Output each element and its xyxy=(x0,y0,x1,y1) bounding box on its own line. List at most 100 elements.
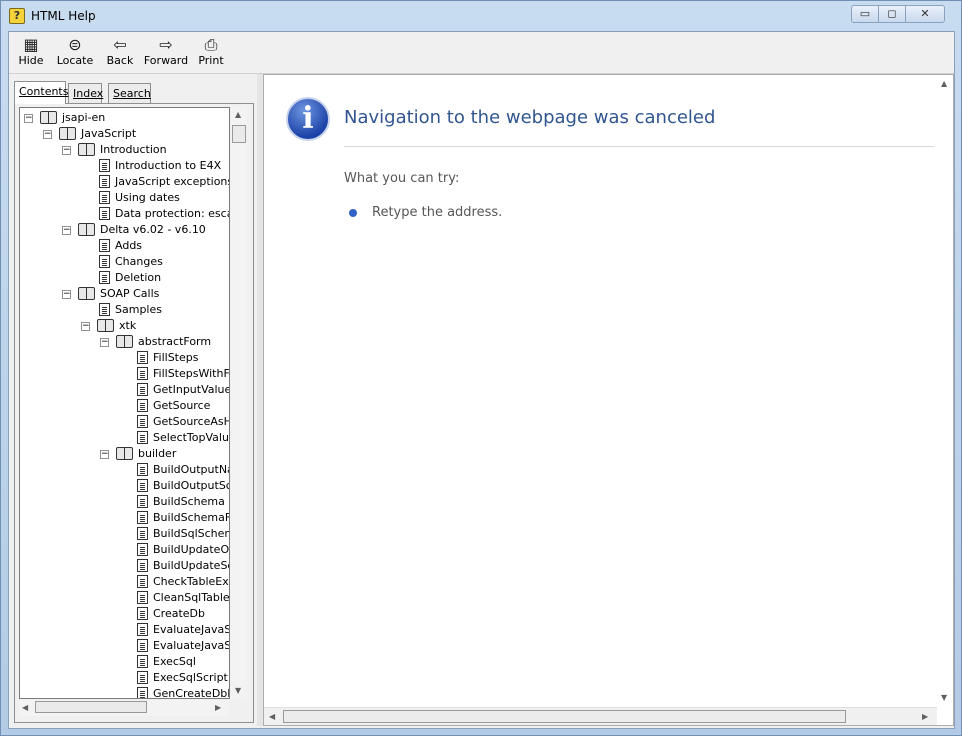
topic-vertical-scrollbar[interactable]: ▲ ▼ xyxy=(937,75,953,705)
topic-scroll-down-icon[interactable]: ▼ xyxy=(941,693,947,703)
tree-item-label: Using dates xyxy=(115,191,180,204)
tree-item-label: Adds xyxy=(115,239,143,252)
title-bar[interactable]: ? HTML Help ▭ ◻ ✕ xyxy=(1,1,961,31)
tree-item-label: builder xyxy=(138,447,177,460)
tree-item-label: CleanSqlTable xyxy=(153,591,230,604)
collapse-icon[interactable]: − xyxy=(24,114,33,123)
tab-search[interactable]: Search xyxy=(108,83,151,103)
tree-item-label: GetSourceAsHt xyxy=(153,415,230,428)
back-button[interactable]: ⇦ Back xyxy=(101,35,139,71)
tree-horizontal-scrollbar[interactable]: ◀ ▶ xyxy=(19,700,229,716)
tree-item-label: Delta v6.02 - v6.10 xyxy=(100,223,206,236)
tree-item-label: Changes xyxy=(115,255,163,268)
contents-tree[interactable]: − jsapi-en − JavaScript − Introduction Introdu… xyxy=(19,107,230,699)
back-label: Back xyxy=(106,54,134,67)
hide-button[interactable]: ▦ Hide xyxy=(13,35,49,71)
forward-label: Forward xyxy=(143,54,189,67)
page-icon xyxy=(99,239,110,252)
page-icon xyxy=(99,191,110,204)
heading-divider xyxy=(344,146,934,147)
topic-horizontal-thumb[interactable] xyxy=(283,710,846,723)
tree-item-label: abstractForm xyxy=(138,335,212,348)
scroll-up-icon[interactable]: ▲ xyxy=(235,110,241,120)
page-icon xyxy=(137,607,148,620)
page-icon xyxy=(137,559,148,572)
tab-contents[interactable]: Contents xyxy=(14,81,68,104)
page-icon xyxy=(137,655,148,668)
tree-item-label: BuildSchema xyxy=(153,495,225,508)
forward-arrow-icon: ⇨ xyxy=(159,35,173,54)
collapse-icon[interactable]: − xyxy=(100,338,109,347)
tree-item-label: ExecSql xyxy=(153,655,196,668)
close-button[interactable]: ✕ xyxy=(905,5,945,23)
suggestion-text: Retype the address. xyxy=(372,205,503,220)
minimize-button[interactable]: ▭ xyxy=(851,5,879,23)
maximize-button[interactable]: ◻ xyxy=(878,5,906,23)
scroll-down-icon[interactable]: ▼ xyxy=(235,686,241,696)
book-open-icon xyxy=(97,319,114,332)
page-icon xyxy=(137,399,148,412)
page-icon xyxy=(137,479,148,492)
tree-item-label: Data protection: escapi xyxy=(115,207,229,220)
scroll-right-icon[interactable]: ▶ xyxy=(215,703,221,713)
help-app-icon: ? xyxy=(9,8,25,24)
contents-panel: − jsapi-en − JavaScript − Introduction Introdu… xyxy=(14,103,254,723)
print-label: Print xyxy=(198,54,224,67)
print-button[interactable]: ⎙ Print xyxy=(195,35,227,71)
collapse-icon[interactable]: − xyxy=(81,322,90,331)
topic-horizontal-scrollbar[interactable]: ◀ ▶ xyxy=(264,707,937,725)
tree-vertical-scrollbar[interactable]: ▲ ▼ xyxy=(231,107,247,699)
collapse-icon[interactable]: − xyxy=(62,290,71,299)
locate-button[interactable]: ⊜ Locate xyxy=(55,35,95,71)
tree-horizontal-thumb[interactable] xyxy=(35,701,147,713)
locate-label: Locate xyxy=(56,54,94,67)
try-label: What you can try: xyxy=(344,171,460,186)
help-window: ? HTML Help ▭ ◻ ✕ ▦ Hide ⊜ Locate ⇦ Back… xyxy=(0,0,962,736)
book-open-icon xyxy=(116,335,133,348)
book-open-icon xyxy=(40,111,57,124)
tree-item-label: JavaScript exceptions xyxy=(115,175,230,188)
window-title: HTML Help xyxy=(31,9,96,23)
page-icon xyxy=(137,687,148,698)
page-icon xyxy=(137,639,148,652)
book-open-icon xyxy=(78,287,95,300)
collapse-icon[interactable]: − xyxy=(62,146,71,155)
tree-item-label: xtk xyxy=(119,319,137,332)
tree-item-label: Introduction xyxy=(100,143,167,156)
info-icon: i xyxy=(286,97,330,141)
navigation-pane: Contents Index Search − jsapi-en − JavaScri… xyxy=(11,76,255,724)
book-open-icon xyxy=(78,143,95,156)
book-open-icon xyxy=(78,223,95,236)
scroll-left-icon[interactable]: ◀ xyxy=(22,703,28,713)
page-icon xyxy=(99,207,110,220)
tree-item-label: GenCreateDbD xyxy=(153,687,230,699)
client-area: ▦ Hide ⊜ Locate ⇦ Back ⇨ Forward ⎙ Print… xyxy=(8,31,955,729)
collapse-icon[interactable]: − xyxy=(100,450,109,459)
page-icon xyxy=(137,463,148,476)
tree-item-label: Introduction to E4X xyxy=(115,159,222,172)
page-icon xyxy=(99,255,110,268)
bullet-icon xyxy=(349,209,357,217)
forward-button[interactable]: ⇨ Forward xyxy=(143,35,189,71)
page-icon xyxy=(137,415,148,428)
collapse-icon[interactable]: − xyxy=(62,226,71,235)
topic-scroll-left-icon[interactable]: ◀ xyxy=(269,712,275,722)
tree-item-label: BuildSqlSchem xyxy=(153,527,230,540)
tree-item-label: GetInputValues xyxy=(153,383,230,396)
page-icon xyxy=(99,303,110,316)
topic-scroll-right-icon[interactable]: ▶ xyxy=(922,712,928,722)
page-icon xyxy=(137,495,148,508)
tree-vertical-thumb[interactable] xyxy=(232,125,246,143)
page-icon xyxy=(137,383,148,396)
locate-icon: ⊜ xyxy=(68,35,82,54)
book-open-icon xyxy=(116,447,133,460)
tree-item-label: GetSource xyxy=(153,399,211,412)
tab-index[interactable]: Index xyxy=(68,83,103,103)
page-icon xyxy=(137,527,148,540)
tree-item-label: jsapi-en xyxy=(62,111,106,124)
page-icon xyxy=(137,367,148,380)
collapse-icon[interactable]: − xyxy=(43,130,52,139)
hide-label: Hide xyxy=(18,54,44,67)
topic-scroll-up-icon[interactable]: ▲ xyxy=(941,79,947,89)
printer-icon: ⎙ xyxy=(204,35,218,54)
